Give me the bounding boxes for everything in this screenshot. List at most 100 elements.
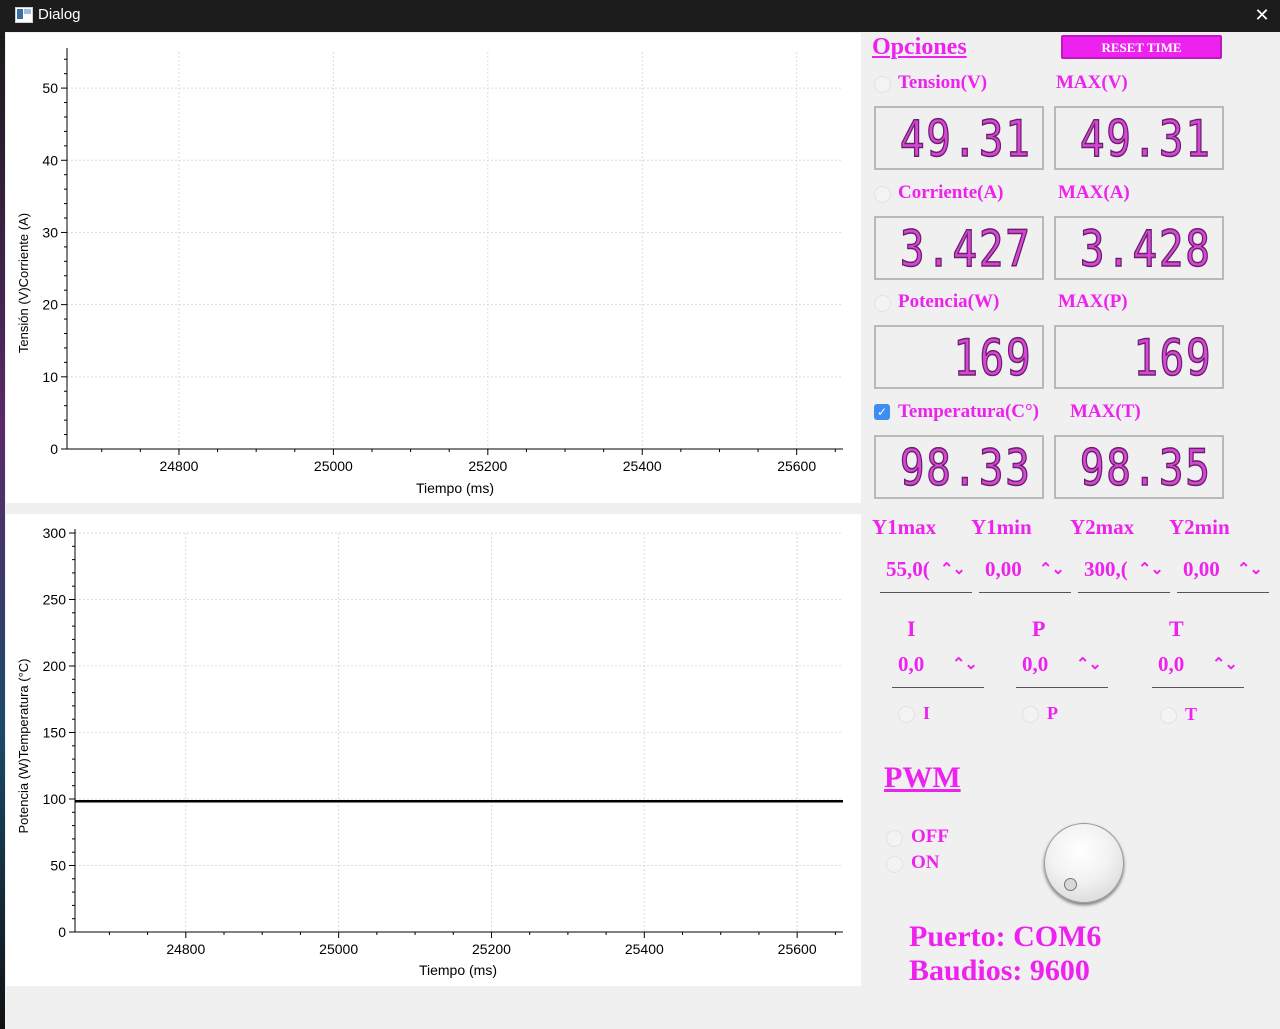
- chart2-ytick-label-4: 200: [43, 658, 67, 674]
- chart1-ytick-label-2: 20: [42, 297, 58, 313]
- y1max-spinbox[interactable]: 55,0( ⌃⌄: [880, 553, 972, 593]
- max-potencia-value: 169: [1132, 329, 1212, 387]
- tension-value: 49.31: [900, 110, 1032, 168]
- offset-t-arrows-icon[interactable]: ⌃⌄: [1212, 654, 1238, 674]
- chart1-ytick-label-4: 40: [42, 152, 58, 168]
- chart2-xtick-label-4: 25600: [778, 941, 817, 957]
- pwm-off-radio[interactable]: [886, 830, 903, 847]
- corriente-radio[interactable]: [874, 186, 891, 203]
- chart2-xtick-label-0: 24800: [166, 941, 205, 957]
- chart-power-temperature-svg: Potencia (W)Temperatura (°C) Tiempo (ms)…: [16, 525, 843, 978]
- temperatura-value: 98.33: [900, 439, 1032, 497]
- chart1-ytick-label-1: 10: [42, 369, 58, 385]
- reset-time-button[interactable]: RESET TIME: [1061, 35, 1222, 59]
- offset-i-arrows-icon[interactable]: ⌃⌄: [952, 654, 978, 674]
- tension-label: Tension(V): [898, 72, 988, 93]
- y2max-value: 300,(: [1084, 557, 1128, 581]
- y1min-value: 0,00: [985, 557, 1022, 581]
- offset-t-radio[interactable]: [1160, 707, 1177, 724]
- pwm-on-radio[interactable]: [886, 856, 903, 873]
- background-strip: [0, 32, 5, 1029]
- y2min-arrows-icon[interactable]: ⌃⌄: [1237, 559, 1263, 579]
- chart2-ylabel: Potencia (W)Temperatura (°C): [16, 659, 31, 834]
- offset-p-value: 0,0: [1022, 652, 1049, 676]
- chart2-xtick-label-2: 25200: [472, 941, 511, 957]
- max-corriente-value: 3.428: [1080, 220, 1212, 278]
- chart1-xtick-label-4: 25600: [777, 458, 816, 474]
- chart1-ytick-label-0: 0: [50, 441, 58, 457]
- title-bar: Dialog ✕: [0, 0, 1280, 32]
- y1min-spinbox[interactable]: 0,00 ⌃⌄: [979, 553, 1071, 593]
- port-label: Puerto: COM6: [909, 920, 1102, 953]
- chart2-xlabel: Tiempo (ms): [419, 962, 497, 978]
- pwm-dial[interactable]: [1044, 823, 1124, 903]
- chart1-ytick-label-5: 50: [42, 80, 58, 96]
- y2max-arrows-icon[interactable]: ⌃⌄: [1138, 559, 1164, 579]
- max-tension-display: 49.31: [1054, 106, 1224, 170]
- offset-i-value: 0,0: [898, 652, 925, 676]
- offset-t-label: T: [1169, 616, 1184, 641]
- corriente-display: 3.427: [874, 216, 1044, 280]
- chart1-xtick-label-0: 24800: [159, 458, 198, 474]
- chart2-ytick-label-2: 100: [43, 791, 67, 807]
- tension-radio[interactable]: [874, 76, 891, 93]
- y1max-arrows-icon[interactable]: ⌃⌄: [940, 559, 966, 579]
- y2max-label: Y2max: [1070, 515, 1135, 539]
- offset-i-radio-label: I: [923, 703, 931, 723]
- y2min-spinbox[interactable]: 0,00 ⌃⌄: [1177, 553, 1269, 593]
- temperatura-label: Temperatura(C°): [898, 401, 1039, 422]
- chart1-xtick-label-3: 25400: [623, 458, 662, 474]
- max-tension-value: 49.31: [1080, 110, 1212, 168]
- max-p-label: MAX(P): [1058, 291, 1128, 312]
- offset-i-spinbox[interactable]: 0,0 ⌃⌄: [892, 648, 984, 688]
- offset-t-spinbox[interactable]: 0,0 ⌃⌄: [1152, 648, 1244, 688]
- chart2-ytick-label-1: 50: [50, 858, 66, 874]
- corriente-label: Corriente(A): [898, 182, 1004, 203]
- y1max-label: Y1max: [872, 515, 937, 539]
- max-temperatura-value: 98.35: [1080, 439, 1212, 497]
- offset-t-radio-label: T: [1185, 704, 1198, 724]
- baud-label: Baudios: 9600: [909, 954, 1090, 987]
- potencia-radio[interactable]: [874, 295, 891, 312]
- tension-display: 49.31: [874, 106, 1044, 170]
- chart-power-temperature: Potencia (W)Temperatura (°C) Tiempo (ms)…: [6, 514, 861, 986]
- options-title: Opciones: [872, 34, 967, 60]
- offset-p-spinbox[interactable]: 0,0 ⌃⌄: [1016, 648, 1108, 688]
- chart1-ylabel: Tensión (V)Corriente (A): [16, 213, 31, 353]
- chart2-ytick-label-5: 250: [43, 592, 67, 608]
- max-temperatura-display: 98.35: [1054, 435, 1224, 499]
- y2min-value: 0,00: [1183, 557, 1220, 581]
- window-title: Dialog: [38, 6, 81, 23]
- pwm-on-label: ON: [911, 852, 940, 873]
- max-t-label: MAX(T): [1070, 401, 1141, 422]
- chart2-xtick-label-1: 25000: [319, 941, 358, 957]
- chart1-xlabel: Tiempo (ms): [416, 480, 494, 496]
- chart1-xtick-label-2: 25200: [468, 458, 507, 474]
- temperatura-display: 98.33: [874, 435, 1044, 499]
- y1max-value: 55,0(: [886, 557, 930, 581]
- offset-t-value: 0,0: [1158, 652, 1185, 676]
- offset-p-radio-label: P: [1047, 703, 1058, 723]
- pwm-off-label: OFF: [911, 826, 949, 847]
- chart2-ytick-label-6: 300: [43, 525, 67, 541]
- chart2-ytick-label-0: 0: [58, 924, 66, 940]
- y2min-label: Y2min: [1169, 515, 1230, 539]
- y1min-arrows-icon[interactable]: ⌃⌄: [1039, 559, 1065, 579]
- corriente-value: 3.427: [900, 220, 1032, 278]
- chart2-xtick-label-3: 25400: [625, 941, 664, 957]
- potencia-label: Potencia(W): [898, 291, 1000, 312]
- chart-voltage-current: Tensión (V)Corriente (A) Tiempo (ms) 248…: [6, 33, 861, 503]
- y1min-label: Y1min: [971, 515, 1032, 539]
- offset-i-label: I: [907, 616, 916, 641]
- potencia-value: 169: [952, 329, 1032, 387]
- offset-p-radio[interactable]: [1022, 706, 1039, 723]
- close-icon[interactable]: ✕: [1244, 0, 1280, 32]
- app-icon: [15, 7, 33, 23]
- offset-i-radio[interactable]: [898, 706, 915, 723]
- dial-indicator: [1064, 878, 1077, 891]
- max-corriente-display: 3.428: [1054, 216, 1224, 280]
- chart-voltage-current-svg: Tensión (V)Corriente (A) Tiempo (ms) 248…: [16, 48, 843, 496]
- y2max-spinbox[interactable]: 300,( ⌃⌄: [1078, 553, 1170, 593]
- temperatura-checkbox[interactable]: ✓: [874, 404, 890, 420]
- offset-p-arrows-icon[interactable]: ⌃⌄: [1076, 654, 1102, 674]
